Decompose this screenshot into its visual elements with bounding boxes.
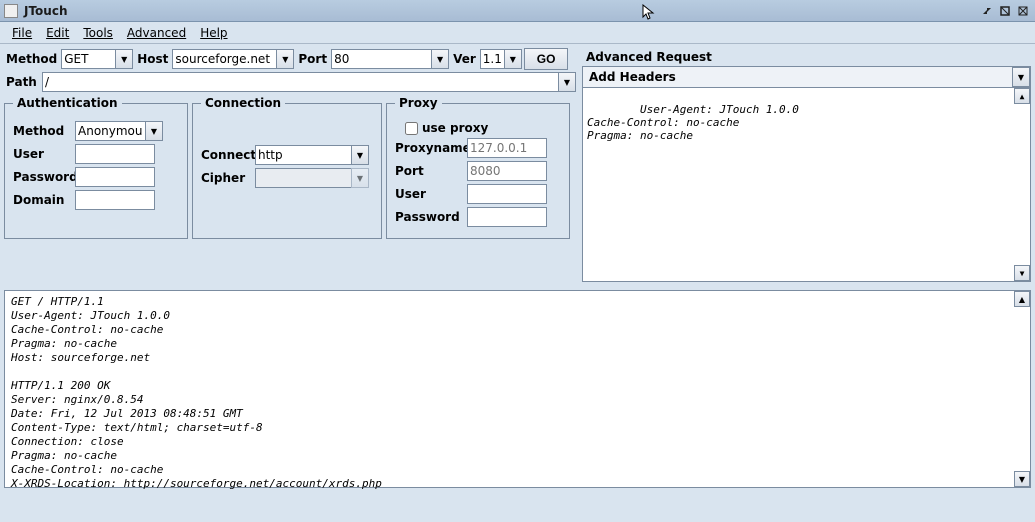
proxy-password-input[interactable] [467,207,547,227]
connection-group: Connection Connect ▼ Cipher ▼ [192,96,382,239]
app-icon [4,4,18,18]
auth-user-label: User [13,147,71,161]
auth-password-label: Password [13,170,71,184]
chevron-down-icon[interactable]: ▼ [115,49,133,69]
host-input[interactable] [172,49,276,69]
menu-help[interactable]: Help [194,24,233,42]
minimize-icon[interactable] [979,4,995,18]
proxyname-label: Proxyname [395,141,463,155]
menu-edit[interactable]: Edit [40,24,75,42]
add-headers-dropdown[interactable]: Add Headers ▼ [582,66,1031,88]
scroll-down-icon[interactable]: ▼ [1014,265,1030,281]
response-area[interactable]: GET / HTTP/1.1 User-Agent: JTouch 1.0.0 … [4,290,1031,488]
ver-select[interactable] [480,49,504,69]
authentication-group: Authentication Method ▼ User Password [4,96,188,239]
proxyname-input[interactable] [467,138,547,158]
chevron-down-icon[interactable]: ▼ [558,72,576,92]
method-label: Method [4,52,59,66]
path-label: Path [4,75,40,89]
connection-legend: Connection [201,96,285,110]
auth-user-input[interactable] [75,144,155,164]
add-headers-label: Add Headers [583,70,1012,84]
chevron-down-icon: ▼ [351,168,369,188]
menu-bar: File Edit Tools Advanced Help [0,22,1035,44]
authentication-legend: Authentication [13,96,122,110]
path-input[interactable] [42,72,558,92]
connect-label: Connect [201,148,251,162]
method-select[interactable] [61,49,115,69]
host-label: Host [135,52,170,66]
title-bar: JTouch [0,0,1035,22]
proxy-user-input[interactable] [467,184,547,204]
scroll-down-icon[interactable]: ▼ [1014,471,1030,487]
proxy-port-label: Port [395,164,463,178]
proxy-port-input[interactable] [467,161,547,181]
proxy-password-label: Password [395,210,463,224]
close-icon[interactable] [1015,4,1031,18]
headers-content: User-Agent: JTouch 1.0.0 Cache-Control: … [587,103,799,142]
chevron-down-icon[interactable]: ▼ [504,49,522,69]
chevron-down-icon[interactable]: ▼ [276,49,294,69]
auth-method-select[interactable] [75,121,145,141]
ver-label: Ver [451,52,478,66]
proxy-legend: Proxy [395,96,442,110]
proxy-user-label: User [395,187,463,201]
headers-textarea[interactable]: User-Agent: JTouch 1.0.0 Cache-Control: … [582,88,1031,282]
scroll-up-icon[interactable]: ▲ [1014,291,1030,307]
menu-tools[interactable]: Tools [77,24,119,42]
use-proxy-checkbox[interactable] [405,122,418,135]
chevron-down-icon[interactable]: ▼ [351,145,369,165]
go-button[interactable]: GO [524,48,569,70]
proxy-group: Proxy use proxy Proxyname Port User [386,96,570,239]
advanced-request-title: Advanced Request [582,48,1031,66]
scroll-up-icon[interactable]: ▲ [1014,88,1030,104]
cipher-label: Cipher [201,171,251,185]
menu-advanced[interactable]: Advanced [121,24,192,42]
chevron-down-icon[interactable]: ▼ [431,49,449,69]
maximize-icon[interactable] [997,4,1013,18]
chevron-down-icon[interactable]: ▼ [145,121,163,141]
port-input[interactable] [331,49,431,69]
use-proxy-label: use proxy [422,121,488,135]
auth-domain-input[interactable] [75,190,155,210]
chevron-down-icon[interactable]: ▼ [1012,67,1030,87]
auth-domain-label: Domain [13,193,71,207]
cipher-select [255,168,351,188]
response-text: GET / HTTP/1.1 User-Agent: JTouch 1.0.0 … [5,291,1030,495]
auth-password-input[interactable] [75,167,155,187]
port-label: Port [296,52,329,66]
auth-method-label: Method [13,124,71,138]
connect-select[interactable] [255,145,351,165]
menu-file[interactable]: File [6,24,38,42]
window-title: JTouch [24,4,68,18]
